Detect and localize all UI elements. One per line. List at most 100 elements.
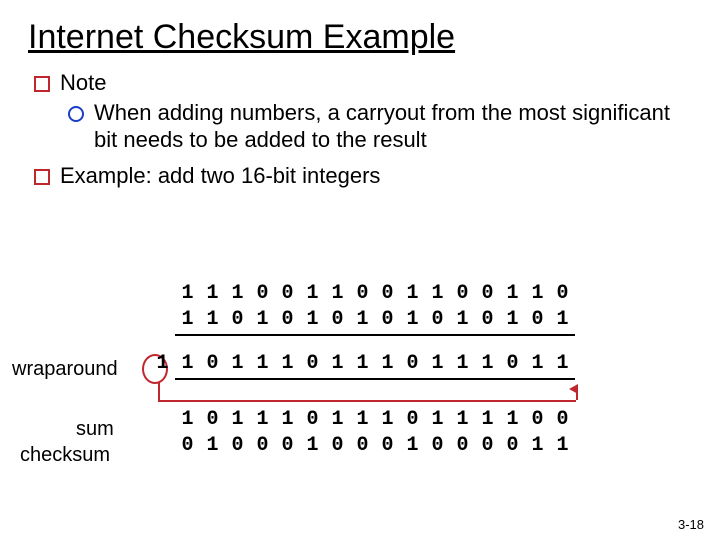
row-raw-sum: 1 1 0 1 1 1 0 1 1 1 0 1 1 1 0 1 1 <box>150 350 575 376</box>
divider-line <box>175 334 575 336</box>
bit-cell: 0 <box>375 282 400 305</box>
arrow-left-icon <box>569 384 578 394</box>
bit-cell: 0 <box>300 352 325 375</box>
bit-cell: 1 <box>400 434 425 457</box>
bit-cell: 1 <box>250 352 275 375</box>
bit-cell: 0 <box>525 308 550 331</box>
bit-cell: 1 <box>400 308 425 331</box>
bit-cell: 0 <box>475 282 500 305</box>
carry-cell: 1 <box>150 352 175 375</box>
bit-cell: 1 <box>175 408 200 431</box>
bit-cell: 1 <box>375 408 400 431</box>
row-operand-b: 1 1 0 1 0 1 0 1 0 1 0 1 0 1 0 1 <box>150 306 575 332</box>
bit-cell: 1 <box>475 352 500 375</box>
bit-cell: 1 <box>250 308 275 331</box>
row-sum: 1 0 1 1 1 0 1 1 1 0 1 1 1 1 0 0 <box>150 406 575 432</box>
bit-cell: 1 <box>325 352 350 375</box>
bit-cell: 0 <box>550 282 575 305</box>
bit-cell: 1 <box>500 408 525 431</box>
bit-cell: 1 <box>175 308 200 331</box>
slide-number: 3-18 <box>678 517 704 532</box>
bits-table: 1 1 1 0 0 1 1 0 0 1 1 0 0 1 1 0 1 1 0 1 … <box>150 280 575 458</box>
bit-cell: 0 <box>300 408 325 431</box>
bit-cell: 1 <box>525 352 550 375</box>
bit-cell: 0 <box>375 434 400 457</box>
bit-cell: 1 <box>450 308 475 331</box>
row-checksum: 0 1 0 0 0 1 0 0 0 1 0 0 0 0 1 1 <box>150 432 575 458</box>
bit-cell: 0 <box>450 434 475 457</box>
bit-cell: 0 <box>225 434 250 457</box>
bit-cell: 1 <box>250 408 275 431</box>
bit-cell: 1 <box>350 308 375 331</box>
bit-cell: 1 <box>275 352 300 375</box>
bullet-note: Note <box>34 69 692 97</box>
bit-cell: 1 <box>200 282 225 305</box>
circle-bullet-icon <box>68 106 84 122</box>
bit-cell: 0 <box>200 352 225 375</box>
slide: Internet Checksum Example Note When addi… <box>0 0 720 540</box>
bullet-note-sub: When adding numbers, a carryout from the… <box>68 99 692 154</box>
bullet-example: Example: add two 16-bit integers <box>34 162 692 190</box>
bit-cell: 1 <box>500 308 525 331</box>
bit-cell: 0 <box>275 308 300 331</box>
bit-cell: 1 <box>550 352 575 375</box>
bit-cell: 0 <box>475 308 500 331</box>
bit-cell: 1 <box>350 352 375 375</box>
page-title: Internet Checksum Example <box>28 18 692 57</box>
bit-cell: 0 <box>450 282 475 305</box>
bit-cell: 1 <box>225 408 250 431</box>
bit-cell: 1 <box>400 282 425 305</box>
bit-cell: 0 <box>350 282 375 305</box>
bit-cell: 0 <box>325 308 350 331</box>
bit-cell: 1 <box>425 282 450 305</box>
bit-cell: 1 <box>300 308 325 331</box>
bit-cell: 0 <box>275 282 300 305</box>
bit-cell: 0 <box>425 308 450 331</box>
bit-cell: 0 <box>250 282 275 305</box>
bit-cell: 0 <box>275 434 300 457</box>
bit-cell: 0 <box>325 434 350 457</box>
wraparound-arrow-icon <box>158 400 576 402</box>
bit-cell: 1 <box>525 434 550 457</box>
bit-cell: 1 <box>550 434 575 457</box>
bit-cell: 0 <box>375 308 400 331</box>
bullet-note-label: Note <box>60 69 692 97</box>
bit-cell: 1 <box>450 408 475 431</box>
bit-cell: 0 <box>250 434 275 457</box>
bullet-note-sub-text: When adding numbers, a carryout from the… <box>94 99 692 154</box>
bit-cell: 1 <box>525 282 550 305</box>
label-sum: sum <box>76 418 114 441</box>
bit-cell: 0 <box>225 308 250 331</box>
bit-cell: 0 <box>200 408 225 431</box>
bit-cell: 1 <box>550 308 575 331</box>
bit-cell: 1 <box>500 282 525 305</box>
bit-cell: 1 <box>275 408 300 431</box>
bit-cell: 1 <box>350 408 375 431</box>
label-checksum: checksum <box>20 444 110 467</box>
bit-cell: 1 <box>175 282 200 305</box>
square-bullet-icon <box>34 169 50 185</box>
bit-cell: 0 <box>550 408 575 431</box>
row-operand-a: 1 1 1 0 0 1 1 0 0 1 1 0 0 1 1 0 <box>150 280 575 306</box>
bit-cell: 1 <box>200 434 225 457</box>
bit-cell: 1 <box>325 282 350 305</box>
bit-cell: 0 <box>500 352 525 375</box>
bit-cell: 0 <box>525 408 550 431</box>
bit-cell: 1 <box>225 352 250 375</box>
bit-cell: 1 <box>450 352 475 375</box>
bit-cell: 1 <box>300 282 325 305</box>
bit-cell: 1 <box>375 352 400 375</box>
bit-cell: 0 <box>500 434 525 457</box>
bit-cell: 0 <box>425 434 450 457</box>
bit-cell: 1 <box>475 408 500 431</box>
bit-cell: 1 <box>200 308 225 331</box>
wraparound-arrow-icon <box>158 382 160 400</box>
bit-cell: 0 <box>475 434 500 457</box>
bit-cell: 1 <box>175 352 200 375</box>
bit-cell: 1 <box>325 408 350 431</box>
bit-cell: 1 <box>425 408 450 431</box>
bit-cell: 1 <box>300 434 325 457</box>
bit-cell: 0 <box>175 434 200 457</box>
bit-cell: 1 <box>425 352 450 375</box>
bullet-example-label: Example: add two 16-bit integers <box>60 162 692 190</box>
